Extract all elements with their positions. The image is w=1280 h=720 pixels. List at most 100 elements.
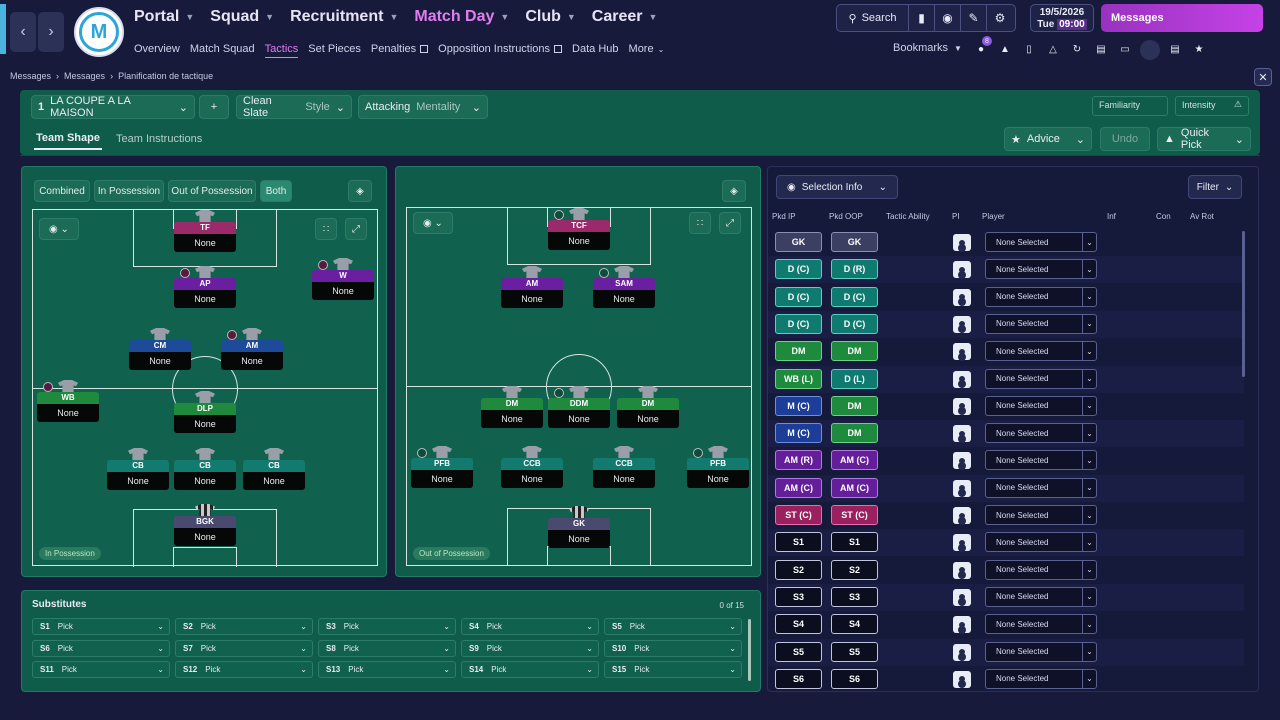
subnav-opposition-instructions[interactable]: Opposition Instructions (438, 40, 563, 58)
date-time-display[interactable]: 19/5/2026 Tue 09:00 (1030, 4, 1094, 32)
player-name[interactable]: None (617, 410, 679, 428)
substitute-slot[interactable]: S8 Pick ⌄ (318, 639, 456, 657)
subnav-overview[interactable]: Overview (134, 40, 180, 58)
picked-oop-position[interactable]: S4 (831, 614, 878, 635)
player-role[interactable]: BGK (174, 516, 236, 528)
tab-team-shape[interactable]: Team Shape (34, 128, 102, 150)
player-role[interactable]: AP (174, 278, 236, 290)
player-instructions-icon[interactable] (953, 261, 971, 279)
nav-club[interactable]: Club ▼ (525, 6, 575, 28)
player-instructions-icon[interactable] (953, 288, 971, 306)
phase-in-possession[interactable]: In Possession (94, 180, 164, 202)
col-pkd-oop[interactable]: Pkd OOP (829, 212, 863, 221)
phase-combined[interactable]: Combined (34, 180, 90, 202)
player-slot-cb[interactable]: CB None (107, 448, 169, 496)
player-instructions-icon[interactable] (953, 588, 971, 606)
player-role[interactable]: DM (617, 398, 679, 410)
player-select[interactable]: None Selected ⌄ (985, 532, 1097, 553)
subnav-match-squad[interactable]: Match Squad (190, 40, 255, 58)
style-select[interactable]: Clean Slate Style ⌄ (236, 95, 352, 119)
player-name[interactable]: None (687, 470, 749, 488)
player-instructions-icon[interactable] (953, 507, 971, 524)
player-role[interactable]: W (312, 270, 374, 282)
tactic-select[interactable]: 1 LA COUPE A LA MAISON ⌄ (31, 95, 195, 119)
picked-oop-position[interactable]: AM (C) (831, 477, 878, 498)
nav-career[interactable]: Career ▼ (592, 6, 658, 28)
player-name[interactable]: None (174, 234, 236, 252)
player-slot-dm[interactable]: DM None (617, 386, 679, 434)
player-name[interactable]: None (174, 472, 236, 490)
subnav-penalties[interactable]: Penalties (371, 40, 429, 58)
document-icon[interactable]: ▤ (1092, 40, 1110, 58)
player-name[interactable]: None (481, 410, 543, 428)
subnav-more[interactable]: More ⌄ (629, 40, 665, 58)
bookmarks-button[interactable]: Bookmarks ▼ (893, 42, 962, 54)
player-slot-w[interactable]: W None (312, 258, 374, 306)
player-name[interactable]: None (548, 530, 610, 548)
intensity-meter[interactable]: Intensity ⚠ (1175, 96, 1249, 116)
player-select[interactable]: None Selected ⌄ (985, 641, 1097, 662)
expand-icon[interactable]: ⤢ (719, 212, 741, 234)
player-name[interactable]: None (129, 352, 191, 370)
player-role[interactable]: CB (174, 460, 236, 472)
picked-oop-position[interactable]: AM (C) (831, 450, 878, 471)
picked-ip-position[interactable]: D (C) (775, 259, 822, 280)
player-instructions-icon[interactable] (953, 397, 971, 415)
player-slot-sam[interactable]: SAM None (593, 266, 655, 314)
player-slot-dm[interactable]: DM None (481, 386, 543, 434)
player-name[interactable]: None (243, 472, 305, 490)
picked-ip-position[interactable]: S1 (775, 532, 822, 553)
player-role[interactable]: CM (129, 340, 191, 352)
player-select[interactable]: None Selected ⌄ (985, 559, 1097, 580)
player-role[interactable]: WB (37, 392, 99, 404)
col-pkd-ip[interactable]: Pkd IP (772, 212, 796, 221)
picked-oop-position[interactable]: S1 (831, 532, 878, 553)
picked-ip-position[interactable]: AM (R) (775, 450, 822, 471)
forward-button[interactable]: › (38, 12, 64, 52)
player-name[interactable]: None (107, 472, 169, 490)
player-name[interactable]: None (548, 410, 610, 428)
picked-ip-position[interactable]: M (C) (775, 423, 822, 444)
player-role[interactable]: GK (548, 518, 610, 530)
trophy-icon[interactable]: ★ (1190, 40, 1208, 58)
selection-info-button[interactable]: ◉ Selection Info ⌄ (776, 175, 898, 199)
player-select[interactable]: None Selected ⌄ (985, 450, 1097, 471)
messages-button[interactable]: Messages (1101, 4, 1263, 32)
scrollbar[interactable] (748, 619, 751, 681)
player-role[interactable]: CCB (501, 458, 563, 470)
picked-ip-position[interactable]: ST (C) (775, 505, 822, 525)
player-role[interactable]: CCB (593, 458, 655, 470)
picked-oop-position[interactable]: DM (831, 423, 878, 444)
player-role[interactable]: PFB (411, 458, 473, 470)
picked-ip-position[interactable]: D (C) (775, 286, 822, 307)
player-slot-cb[interactable]: CB None (174, 448, 236, 496)
advice-button[interactable]: ★ Advice ⌄ (1004, 127, 1092, 151)
report-icon[interactable]: ▤ (1166, 40, 1184, 58)
player-slot-gk[interactable]: GK None (548, 506, 610, 554)
subnav-data-hub[interactable]: Data Hub (572, 40, 618, 58)
filter-button[interactable]: Filter ⌄ (1188, 175, 1242, 199)
player-slot-cb[interactable]: CB None (243, 448, 305, 496)
picked-ip-position[interactable]: WB (L) (775, 368, 822, 389)
gear-icon[interactable]: ⚙ (987, 5, 1013, 31)
mentality-select[interactable]: Attacking Mentality ⌄ (358, 95, 488, 119)
player-select[interactable]: None Selected ⌄ (985, 313, 1097, 334)
player-name[interactable]: None (37, 404, 99, 422)
breadcrumb-item[interactable]: Messages (10, 71, 51, 81)
player-role[interactable]: CB (243, 460, 305, 472)
player-role[interactable]: PFB (687, 458, 749, 470)
player-name[interactable]: None (501, 290, 563, 308)
player-select[interactable]: None Selected ⌄ (985, 614, 1097, 635)
player-name[interactable]: None (174, 528, 236, 546)
player-select[interactable]: None Selected ⌄ (985, 259, 1097, 280)
club-logo[interactable]: M (74, 7, 124, 57)
player-instructions-icon[interactable] (953, 534, 971, 552)
col-pi[interactable]: PI (952, 212, 960, 221)
player-select[interactable]: None Selected ⌄ (985, 477, 1097, 498)
scrollbar[interactable] (1242, 231, 1245, 377)
breadcrumb-item[interactable]: Messages (64, 71, 105, 81)
picked-ip-position[interactable]: S6 (775, 668, 822, 689)
add-tactic-button[interactable]: + (199, 95, 229, 119)
shortcut-icon[interactable]: ● 8 (972, 36, 992, 58)
undo-button[interactable]: Undo (1100, 127, 1150, 151)
